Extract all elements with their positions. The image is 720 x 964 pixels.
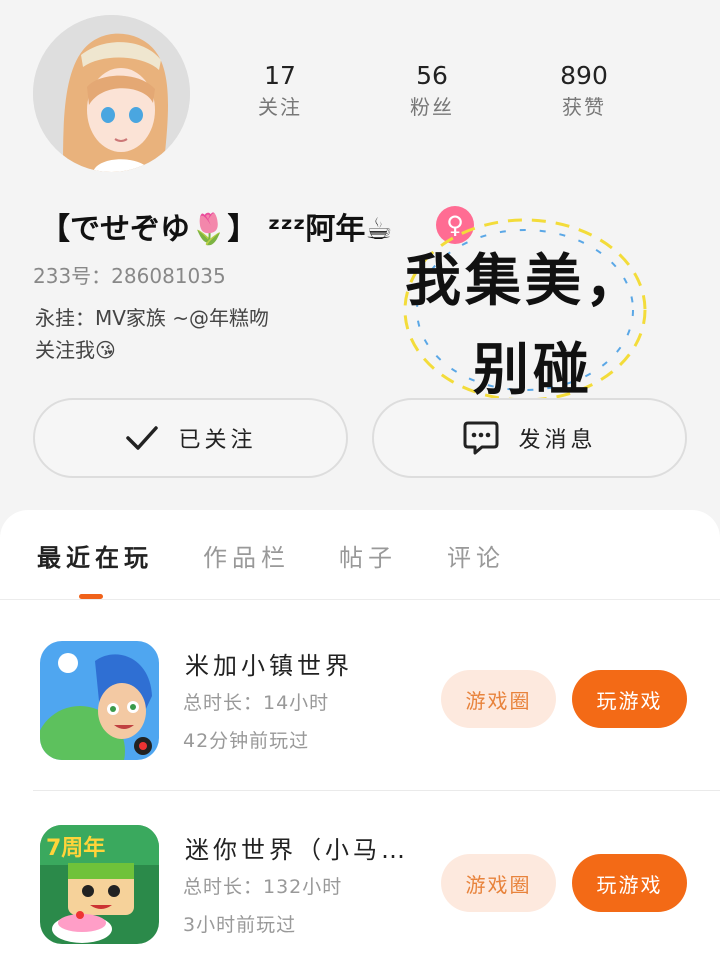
tab-recent-playing[interactable]: 最近在玩 <box>37 538 153 573</box>
follow-button[interactable]: 已关注 <box>33 398 348 478</box>
stat-value: 56 <box>416 61 448 90</box>
avatar[interactable] <box>33 15 190 172</box>
game-last-played: 3小时前玩过 <box>183 914 297 936</box>
stat-followers[interactable]: 56 粉丝 <box>377 60 487 122</box>
stat-following[interactable]: 17 关注 <box>225 60 335 122</box>
follow-label: 已关注 <box>178 428 257 453</box>
tab-bar: 最近在玩 作品栏 帖子 评论 <box>0 510 720 600</box>
profile-stats: 17 关注 56 粉丝 890 获赞 <box>225 60 645 130</box>
game-icon[interactable]: 7周年 <box>40 825 159 944</box>
user-id: 233号：286081035 <box>33 264 226 288</box>
game-circle-button[interactable]: 游戏圈 <box>441 854 556 912</box>
stat-label: 关注 <box>258 95 302 119</box>
svg-text:7周年: 7周年 <box>46 835 105 861</box>
active-tab-indicator <box>79 594 103 599</box>
game-duration: 总时长：14小时 <box>183 692 330 714</box>
stat-value: 17 <box>264 61 296 90</box>
game-title: 迷你世界（小马… <box>185 836 409 864</box>
game-row[interactable]: 米加小镇世界 总时长：14小时 42分钟前玩过 游戏圈 玩游戏 <box>0 608 720 791</box>
profile-name: 【でせぞゆ🌷】 ᶻᶻᶻ阿年☕ <box>40 212 393 247</box>
sticker-line-2: 别碰 <box>473 337 593 403</box>
message-label: 发消息 <box>518 428 597 453</box>
tab-posts[interactable]: 帖子 <box>339 538 397 573</box>
tab-comments[interactable]: 评论 <box>447 538 505 573</box>
checkmark-icon <box>126 426 159 450</box>
stat-likes[interactable]: 890 获赞 <box>529 60 639 122</box>
chat-bubble-icon <box>463 421 499 455</box>
row-divider <box>33 790 720 791</box>
profile-sticker: 我集美， 别碰 <box>395 210 655 410</box>
sticker-line-1: 我集美， <box>405 248 645 314</box>
stat-label: 粉丝 <box>410 95 454 119</box>
profile-bio: 永挂：MV家族 ~@年糕吻 关注我😘 <box>35 306 270 362</box>
game-icon[interactable] <box>40 641 159 760</box>
game-last-played: 42分钟前玩过 <box>183 730 310 752</box>
stat-label: 获赞 <box>562 95 606 119</box>
stat-value: 890 <box>560 61 608 90</box>
message-button[interactable]: 发消息 <box>372 398 687 478</box>
game-duration: 总时长：132小时 <box>183 876 343 898</box>
play-game-button[interactable]: 玩游戏 <box>572 854 687 912</box>
game-circle-button[interactable]: 游戏圈 <box>441 670 556 728</box>
game-title: 米加小镇世界 <box>185 652 353 680</box>
game-row[interactable]: 7周年 迷你世界（小马… 总时长：132小时 3小时前玩过 游戏圈 玩游戏 <box>0 792 720 964</box>
play-game-button[interactable]: 玩游戏 <box>572 670 687 728</box>
tab-works[interactable]: 作品栏 <box>203 538 290 573</box>
